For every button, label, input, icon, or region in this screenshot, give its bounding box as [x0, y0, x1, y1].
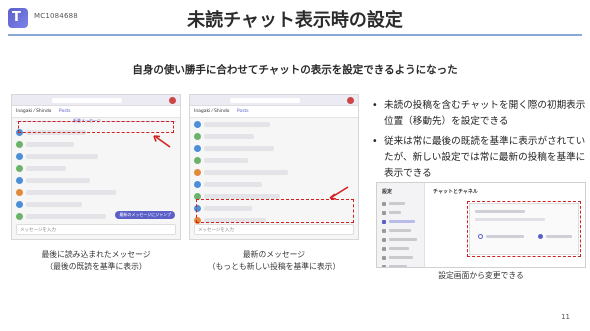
sidebar-item[interactable] [382, 246, 419, 252]
teams-topbar [12, 95, 180, 106]
search-input[interactable] [52, 98, 122, 103]
caption-settings: 設定画面から変更できる [438, 271, 524, 280]
tab-posts[interactable]: Posts [237, 109, 249, 114]
bullet-text: 未読の投稿を含むチャットを開く際の初期表示位置（移動先）を設定できる [384, 100, 586, 127]
chat-message[interactable] [16, 176, 176, 186]
screenshot-latest: Inagaki ⁄ Shindo Posts メッセージを入力 [189, 94, 359, 240]
caption-line: 最新のメッセージ [242, 250, 306, 259]
sidebar-item[interactable] [382, 228, 419, 234]
jump-to-latest-button[interactable]: 最新のメッセージにジャンプ [115, 211, 175, 219]
screenshot-last-read: Inagaki ⁄ Shindo Posts 新着メッセージ 最新のメッセージに… [11, 94, 181, 240]
bullet-icon: • [372, 136, 378, 147]
compose-box[interactable]: メッセージを入力 [194, 224, 354, 235]
teams-topbar [190, 95, 358, 106]
chat-message[interactable] [194, 120, 354, 130]
sidebar-item[interactable] [382, 219, 419, 225]
settings-main: チャットとチャネル [429, 183, 585, 267]
caption-line: 最後に読み込まれたメッセージ [41, 250, 151, 259]
title-divider [8, 34, 582, 36]
pointer-arrow-icon [153, 135, 171, 148]
settings-sidebar: 設定 [377, 183, 425, 267]
sidebar-item[interactable] [382, 210, 419, 216]
chat-message[interactable] [194, 132, 354, 142]
chat-message[interactable] [194, 168, 354, 178]
screenshot-settings: 設定 チャットとチャネル [376, 182, 586, 268]
search-input[interactable] [230, 98, 300, 103]
bullet-item: • 未読の投稿を含むチャットを開く際の初期表示位置（移動先）を設定できる [372, 98, 586, 130]
compose-box[interactable]: メッセージを入力 [16, 224, 176, 235]
avatar[interactable] [169, 97, 176, 104]
chat-header: Inagaki ⁄ Shindo Posts [12, 106, 180, 118]
bullet-item: • 従来は常に最後の既読を基準に表示がされていたが、新しい設定では常に最新の投稿… [372, 134, 586, 182]
caption-last-read: 最後に読み込まれたメッセージ （最後の既読を基準に表示） [7, 249, 185, 273]
bullet-list: • 未読の投稿を含むチャットを開く際の初期表示位置（移動先）を設定できる • 従… [372, 98, 586, 186]
page-title: 未読チャット表示時の設定 [187, 10, 403, 31]
caption-line: （最後の既読を基準に表示） [45, 262, 147, 271]
pointer-arrow-icon [329, 186, 349, 200]
chat-message[interactable] [16, 188, 176, 198]
settings-section-title: チャットとチャネル [433, 189, 478, 195]
page-subtitle: 自身の使い勝手に合わせてチャットの表示を設定できるようになった [132, 64, 458, 76]
chat-message[interactable] [16, 164, 176, 174]
tab-posts[interactable]: Posts [59, 109, 71, 114]
bullet-text: 従来は常に最後の既読を基準に表示がされていたが、新しい設定では常に最新の投稿を基… [384, 136, 586, 179]
sidebar-item[interactable] [382, 264, 419, 267]
chat-message[interactable] [16, 152, 176, 162]
caption-line: （もっとも新しい投稿を基準に表示） [207, 262, 341, 271]
chat-message[interactable] [16, 200, 176, 210]
avatar[interactable] [347, 97, 354, 104]
chat-title: Inagaki ⁄ Shindo [194, 109, 230, 114]
sidebar-item[interactable] [382, 201, 419, 207]
caption-latest: 最新のメッセージ （もっとも新しい投稿を基準に表示） [185, 249, 363, 273]
bullet-icon: • [372, 100, 378, 111]
sidebar-item[interactable] [382, 237, 419, 243]
page-number: 11 [561, 313, 570, 321]
highlight-box [196, 199, 354, 223]
chat-header: Inagaki ⁄ Shindo Posts [190, 106, 358, 118]
highlight-box [467, 201, 581, 257]
highlight-box [18, 121, 174, 133]
chat-title: Inagaki ⁄ Shindo [16, 109, 52, 114]
chat-message[interactable] [194, 156, 354, 166]
chat-message[interactable] [194, 144, 354, 154]
sidebar-item[interactable] [382, 255, 419, 261]
settings-sidebar-title: 設定 [382, 189, 393, 195]
